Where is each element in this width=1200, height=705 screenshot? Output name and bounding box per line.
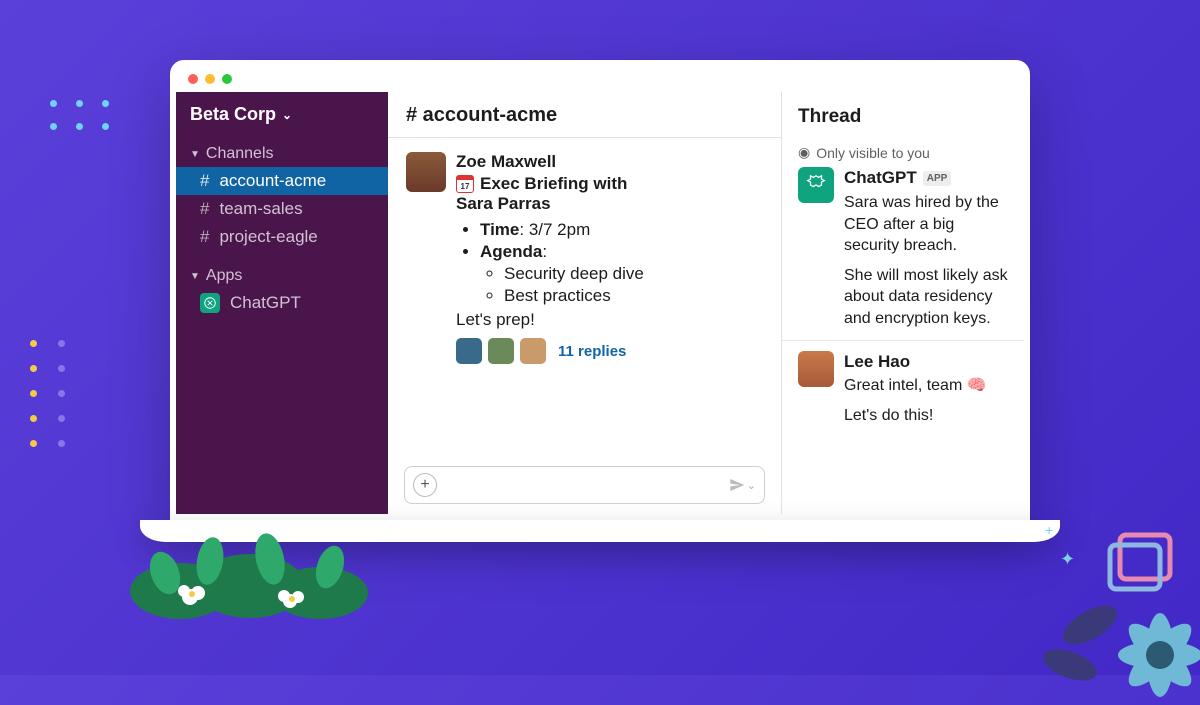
calendar-icon: 17 xyxy=(456,175,474,193)
hash-icon: # xyxy=(200,171,209,191)
main-column: # account-acme Zoe Maxwell 17 Exec Brief… xyxy=(388,92,782,514)
reply-avatar xyxy=(456,338,482,364)
send-icon xyxy=(729,477,745,493)
channel-title: # account-acme xyxy=(406,104,557,126)
window-titlebar xyxy=(176,66,1024,92)
message-title-line2: Sara Parras xyxy=(456,194,763,214)
thread-author: ChatGPT APP xyxy=(844,167,1008,190)
chatgpt-icon xyxy=(200,293,220,313)
visibility-note: ◉ Only visible to you xyxy=(782,140,1024,163)
message-body: Zoe Maxwell 17 Exec Briefing with Sara P… xyxy=(456,152,763,364)
laptop-base xyxy=(140,520,1060,542)
app-name: ChatGPT xyxy=(230,293,301,313)
channel-name: team-sales xyxy=(219,199,302,219)
thread-line: Let's do this! xyxy=(844,405,987,427)
message: Zoe Maxwell 17 Exec Briefing with Sara P… xyxy=(388,138,781,370)
chevron-down-icon: ⌄ xyxy=(747,479,756,492)
composer-input[interactable] xyxy=(445,477,721,494)
channels-section-header[interactable]: ▼ Channels xyxy=(176,139,388,167)
sidebar-channel-team-sales[interactable]: # team-sales xyxy=(176,195,388,223)
thread-message-lee: Lee Hao Great intel, team 🧠 Let's do thi… xyxy=(782,340,1024,437)
workspace-name: Beta Corp xyxy=(190,104,276,125)
sidebar-app-chatgpt[interactable]: ChatGPT xyxy=(176,289,388,317)
replies-row[interactable]: 11 replies xyxy=(456,338,763,364)
eye-icon: ◉ xyxy=(798,144,810,161)
reply-avatar xyxy=(520,338,546,364)
sidebar-channel-project-eagle[interactable]: # project-eagle xyxy=(176,223,388,251)
channel-name: project-eagle xyxy=(219,227,317,247)
apps-section-header[interactable]: ▼ Apps xyxy=(176,261,388,289)
slack-app: Beta Corp ⌄ ▼ Channels # account-acme # … xyxy=(176,92,1024,514)
message-title-line: 17 Exec Briefing with xyxy=(456,174,763,194)
window-minimize-button[interactable] xyxy=(205,74,215,84)
avatar[interactable] xyxy=(406,152,446,192)
apps-label: Apps xyxy=(206,267,242,285)
channels-label: Channels xyxy=(206,145,274,163)
chevron-down-icon: ⌄ xyxy=(282,108,292,122)
window-close-button[interactable] xyxy=(188,74,198,84)
app-window: Beta Corp ⌄ ▼ Channels # account-acme # … xyxy=(170,60,1030,520)
window-maximize-button[interactable] xyxy=(222,74,232,84)
replies-count: 11 replies xyxy=(558,343,626,360)
chatgpt-icon xyxy=(805,174,827,196)
message-author[interactable]: Zoe Maxwell xyxy=(456,152,763,172)
message-bullets: Time: 3/7 2pm Agenda: Security deep dive… xyxy=(480,220,763,306)
channel-header[interactable]: # account-acme xyxy=(388,92,781,138)
agenda-item: Security deep dive xyxy=(504,264,763,284)
caret-down-icon: ▼ xyxy=(190,271,200,282)
thread-column: Thread ◉ Only visible to you ChatGPT xyxy=(782,92,1024,514)
thread-paragraph: Sara was hired by the CEO after a big se… xyxy=(844,192,1008,257)
laptop-frame: Beta Corp ⌄ ▼ Channels # account-acme # … xyxy=(170,60,1030,542)
thread-message-chatgpt: ChatGPT APP Sara was hired by the CEO af… xyxy=(782,163,1024,340)
hash-icon: # xyxy=(200,199,209,219)
chatgpt-avatar[interactable] xyxy=(798,167,834,203)
workspace-switcher[interactable]: Beta Corp ⌄ xyxy=(176,92,388,139)
composer-send-button[interactable]: ⌄ xyxy=(729,477,756,493)
sidebar: Beta Corp ⌄ ▼ Channels # account-acme # … xyxy=(176,92,388,514)
thread-header: Thread xyxy=(782,92,1024,140)
caret-down-icon: ▼ xyxy=(190,149,200,160)
bullet-agenda: Agenda: xyxy=(480,242,763,262)
avatar[interactable] xyxy=(798,351,834,387)
thread-line: Great intel, team 🧠 xyxy=(844,375,987,397)
app-badge: APP xyxy=(923,171,952,187)
channel-name: account-acme xyxy=(219,171,326,191)
agenda-item: Best practices xyxy=(504,286,763,306)
svg-text:✦: ✦ xyxy=(1060,549,1075,569)
hash-icon: # xyxy=(200,227,209,247)
decorative-dots xyxy=(50,100,112,130)
reply-avatar xyxy=(488,338,514,364)
decorative-dots xyxy=(30,340,68,447)
message-closing: Let's prep! xyxy=(456,310,763,330)
bullet-time: Time: 3/7 2pm xyxy=(480,220,763,240)
thread-paragraph: She will most likely ask about data resi… xyxy=(844,265,1008,330)
message-composer[interactable]: + ⌄ xyxy=(404,466,765,504)
composer-attach-button[interactable]: + xyxy=(413,473,437,497)
sidebar-channel-account-acme[interactable]: # account-acme xyxy=(176,167,388,195)
thread-author: Lee Hao xyxy=(844,351,987,374)
